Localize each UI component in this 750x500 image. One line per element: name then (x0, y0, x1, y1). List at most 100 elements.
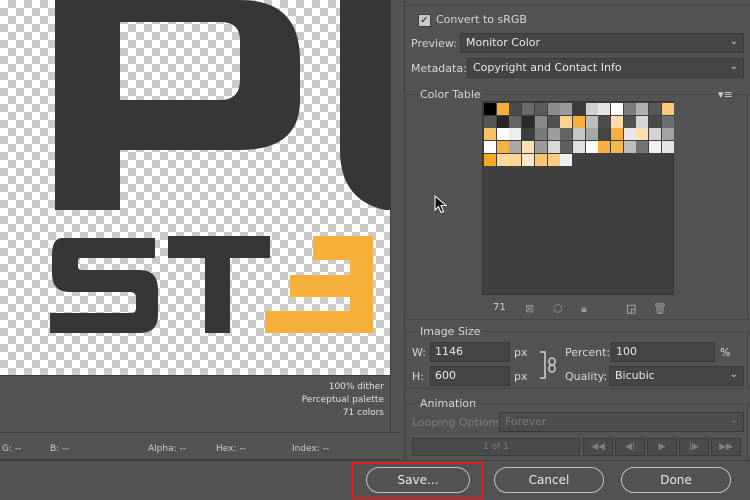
color-swatch[interactable] (534, 115, 547, 128)
quality-select-value: Bicubic (615, 369, 655, 382)
trash-icon[interactable]: 🗑︎ (653, 302, 667, 315)
color-swatch[interactable] (598, 128, 611, 141)
color-swatch[interactable] (572, 141, 585, 154)
color-swatch[interactable] (611, 103, 623, 115)
color-swatch[interactable] (585, 128, 598, 141)
color-swatch[interactable] (598, 141, 611, 154)
prev-frame-button[interactable]: ◀| (615, 438, 645, 456)
color-table[interactable] (482, 101, 674, 295)
color-swatch[interactable] (509, 153, 522, 166)
color-swatch[interactable] (547, 128, 560, 141)
image-size-title: Image Size (417, 325, 484, 338)
color-swatch[interactable] (623, 103, 636, 115)
color-swatch[interactable] (623, 141, 636, 154)
color-swatch[interactable] (636, 115, 649, 128)
color-swatch[interactable] (522, 153, 535, 166)
play-button[interactable]: ▶ (647, 438, 677, 456)
color-swatch[interactable] (572, 128, 585, 141)
last-frame-button[interactable]: ▶▶ (711, 438, 741, 456)
color-swatch[interactable] (547, 153, 560, 166)
percent-input[interactable]: 100 (611, 342, 715, 362)
next-frame-button[interactable]: |▶ (679, 438, 709, 456)
color-swatch[interactable] (484, 141, 496, 154)
color-swatch[interactable] (496, 153, 509, 166)
color-swatch[interactable] (509, 103, 522, 115)
percent-label: Percent: (565, 346, 611, 359)
cube-icon[interactable]: ⬡ (553, 302, 563, 315)
panel-menu-icon[interactable]: ▾≡ (718, 88, 733, 101)
color-swatch[interactable] (484, 103, 496, 115)
color-swatch[interactable] (611, 128, 623, 141)
color-swatch[interactable] (661, 115, 674, 128)
color-swatch[interactable] (649, 103, 662, 115)
color-swatch[interactable] (661, 128, 674, 141)
quality-select[interactable]: Bicubic ⌄ (609, 366, 744, 386)
color-swatch[interactable] (649, 141, 662, 154)
color-swatch[interactable] (636, 141, 649, 154)
preview-select[interactable]: Monitor Color ⌄ (460, 33, 744, 53)
done-button[interactable]: Done (621, 467, 731, 493)
first-frame-button[interactable]: ◀◀ (583, 438, 613, 456)
color-swatch[interactable] (522, 128, 535, 141)
lock-icon[interactable]: 🔒︎ (581, 302, 587, 316)
color-swatch[interactable] (636, 128, 649, 141)
color-swatch[interactable] (661, 103, 674, 115)
color-swatch[interactable] (547, 115, 560, 128)
color-swatch[interactable] (522, 103, 535, 115)
color-swatch[interactable] (496, 128, 509, 141)
color-swatch[interactable] (649, 128, 662, 141)
letter-s (50, 238, 158, 333)
width-input[interactable]: 1146 (430, 342, 510, 362)
color-swatch[interactable] (585, 103, 598, 115)
color-swatch[interactable] (522, 115, 535, 128)
color-swatch[interactable] (484, 128, 496, 141)
color-swatch[interactable] (598, 103, 611, 115)
color-swatch[interactable] (611, 115, 623, 128)
color-swatch[interactable] (484, 115, 496, 128)
color-swatch[interactable] (534, 141, 547, 154)
new-color-icon[interactable]: ◲ (626, 302, 636, 315)
color-swatch[interactable] (496, 141, 509, 154)
cancel-button[interactable]: Cancel (494, 467, 604, 493)
image-preview[interactable] (0, 0, 390, 375)
height-input[interactable]: 600 (430, 366, 510, 386)
color-swatch[interactable] (585, 141, 598, 154)
color-swatch[interactable] (572, 115, 585, 128)
color-swatch[interactable] (611, 141, 623, 154)
letter-t (168, 236, 270, 333)
color-swatch[interactable] (623, 128, 636, 141)
color-swatch[interactable] (585, 115, 598, 128)
web-snap-icon[interactable]: ⊠ (525, 302, 534, 315)
color-swatch[interactable] (572, 103, 585, 115)
color-swatch[interactable] (560, 153, 573, 166)
color-swatch[interactable] (547, 103, 560, 115)
color-swatch[interactable] (649, 115, 662, 128)
color-swatch[interactable] (560, 128, 573, 141)
metadata-select[interactable]: Copyright and Contact Info ⌄ (467, 58, 744, 78)
first-frame-icon: ◀◀ (591, 442, 605, 452)
link-dimensions-icon[interactable] (538, 350, 560, 380)
color-swatch[interactable] (496, 103, 509, 115)
color-swatch[interactable] (496, 115, 509, 128)
color-swatch[interactable] (661, 141, 674, 154)
color-swatch[interactable] (522, 141, 535, 154)
color-swatch[interactable] (534, 128, 547, 141)
looping-select-value: Forever (505, 415, 547, 428)
looping-select[interactable]: Forever ⌄ (499, 412, 744, 432)
color-swatch[interactable] (547, 141, 560, 154)
color-swatch[interactable] (623, 115, 636, 128)
color-swatch[interactable] (598, 115, 611, 128)
color-swatch[interactable] (509, 115, 522, 128)
color-swatch[interactable] (560, 103, 573, 115)
color-swatch[interactable] (560, 115, 573, 128)
play-icon: ▶ (658, 442, 666, 452)
color-swatch[interactable] (509, 141, 522, 154)
convert-srgb-checkbox[interactable]: ✓ (418, 14, 431, 27)
color-swatch[interactable] (484, 153, 496, 166)
color-swatch[interactable] (636, 103, 649, 115)
dither-info: 100% dither (328, 382, 384, 392)
color-swatch[interactable] (534, 153, 547, 166)
color-swatch[interactable] (534, 103, 547, 115)
color-swatch[interactable] (509, 128, 522, 141)
color-swatch[interactable] (560, 141, 573, 154)
